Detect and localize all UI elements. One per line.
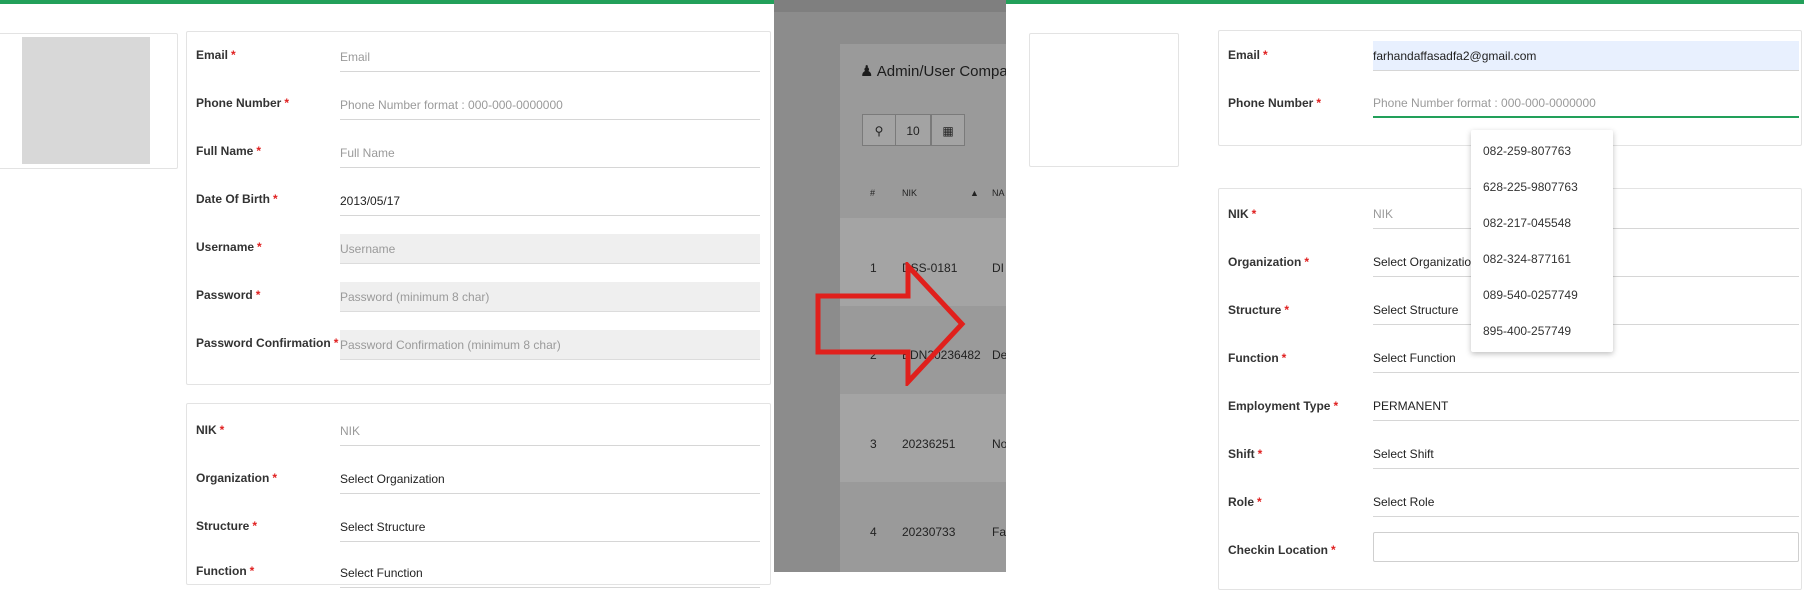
nik-field[interactable]: NIK: [340, 416, 760, 446]
username-label: Username *: [196, 240, 262, 254]
username-field[interactable]: Username: [340, 234, 760, 264]
phone-suggestion-option[interactable]: 628-225-9807763: [1483, 180, 1578, 194]
user-icon: ♟: [860, 63, 874, 80]
email-field[interactable]: farhandaffasadfa2@gmail.com: [1373, 41, 1799, 71]
row-name: De: [992, 348, 1006, 362]
email-field[interactable]: Email: [340, 42, 760, 72]
organization-label: Organization *: [196, 471, 278, 485]
password-label: Password *: [196, 288, 261, 302]
employment-type-label: Employment Type *: [1228, 399, 1339, 413]
date-of-birth-label: Date Of Birth *: [196, 192, 278, 206]
table-row[interactable]: 3 20236251 No: [840, 394, 1006, 482]
structure-label: Structure *: [1228, 303, 1290, 317]
date-of-birth-field[interactable]: 2013/05/17: [340, 186, 760, 216]
phone-number-field[interactable]: Phone Number format : 000-000-0000000: [1373, 88, 1799, 118]
email-label: Email *: [1228, 48, 1268, 62]
row-nik: 20230733: [902, 525, 956, 539]
page-size-select[interactable]: 10: [895, 114, 931, 146]
column-toggle-button[interactable]: ▦: [931, 114, 965, 146]
employment-type-select[interactable]: PERMANENT: [1373, 391, 1799, 421]
left-top-accent-bar: [0, 0, 774, 4]
function-select[interactable]: Select Function: [340, 558, 760, 588]
shift-label: Shift *: [1228, 447, 1263, 461]
nik-label: NIK *: [1228, 207, 1257, 221]
row-nik: 20236251: [902, 437, 956, 451]
full-name-label: Full Name *: [196, 144, 262, 158]
phone-number-label: Phone Number *: [196, 96, 290, 110]
background-table-overlay: ♟ Admin/User Compa ⚲ 10 ▦ # NIK ▲ NA 1 D…: [774, 0, 1006, 572]
function-label: Function *: [1228, 351, 1287, 365]
phone-suggestions-dropdown: 082-259-807763 628-225-9807763 082-217-0…: [1471, 130, 1613, 352]
phone-suggestion-option[interactable]: 082-217-045548: [1483, 216, 1571, 230]
structure-select[interactable]: Select Structure: [340, 512, 760, 542]
left-avatar-card: [0, 33, 178, 169]
search-button[interactable]: ⚲: [862, 114, 896, 146]
right-top-accent-bar: [1006, 0, 1804, 4]
function-label: Function *: [196, 564, 255, 578]
password-confirmation-field[interactable]: Password Confirmation (minimum 8 char): [340, 330, 760, 360]
row-name: DI: [992, 261, 1004, 275]
column-header-name[interactable]: NA: [992, 188, 1005, 198]
column-header-no[interactable]: #: [870, 188, 875, 198]
role-label: Role *: [1228, 495, 1262, 509]
right-account-card: Email * farhandaffasadfa2@gmail.com Phone…: [1218, 30, 1802, 146]
phone-suggestion-option[interactable]: 082-324-877161: [1483, 252, 1571, 266]
email-label: Email *: [196, 48, 236, 62]
phone-number-label: Phone Number *: [1228, 96, 1322, 110]
phone-suggestion-option[interactable]: 895-400-257749: [1483, 324, 1571, 338]
left-job-card: NIK * NIK Organization * Select Organizati…: [186, 403, 771, 588]
sort-asc-icon[interactable]: ▲: [970, 188, 979, 198]
structure-label: Structure *: [196, 519, 258, 533]
phone-suggestion-option[interactable]: 082-259-807763: [1483, 144, 1571, 158]
row-number: 3: [870, 437, 877, 451]
password-field[interactable]: Password (minimum 8 char): [340, 282, 760, 312]
row-number: 4: [870, 525, 877, 539]
full-name-field[interactable]: Full Name: [340, 138, 760, 168]
shift-select[interactable]: Select Shift: [1373, 439, 1799, 469]
table-row[interactable]: 4 20230733 Fa: [840, 482, 1006, 570]
nik-label: NIK *: [196, 423, 225, 437]
organization-select[interactable]: Select Organization: [340, 464, 760, 494]
arrow-right-icon: [815, 262, 966, 386]
column-header-nik[interactable]: NIK: [902, 188, 917, 198]
role-select[interactable]: Select Role: [1373, 487, 1799, 517]
avatar[interactable]: [22, 37, 150, 164]
left-account-card: Email * Email Phone Number * Phone Number …: [186, 31, 771, 385]
right-avatar-card: [1029, 33, 1179, 167]
password-confirmation-label: Password Confirmation *: [196, 336, 339, 350]
checkin-location-field[interactable]: [1373, 532, 1799, 562]
phone-suggestion-option[interactable]: 089-540-0257749: [1483, 288, 1578, 302]
grid-icon: ▦: [942, 124, 954, 138]
phone-number-field[interactable]: Phone Number format : 000-000-0000000: [340, 90, 760, 120]
organization-label: Organization *: [1228, 255, 1310, 269]
search-icon: ⚲: [874, 124, 884, 138]
checkin-location-label: Checkin Location *: [1228, 543, 1336, 557]
row-name: No: [992, 437, 1006, 451]
table-title: ♟ Admin/User Compa: [860, 63, 1006, 80]
row-name: Fa: [992, 525, 1006, 539]
